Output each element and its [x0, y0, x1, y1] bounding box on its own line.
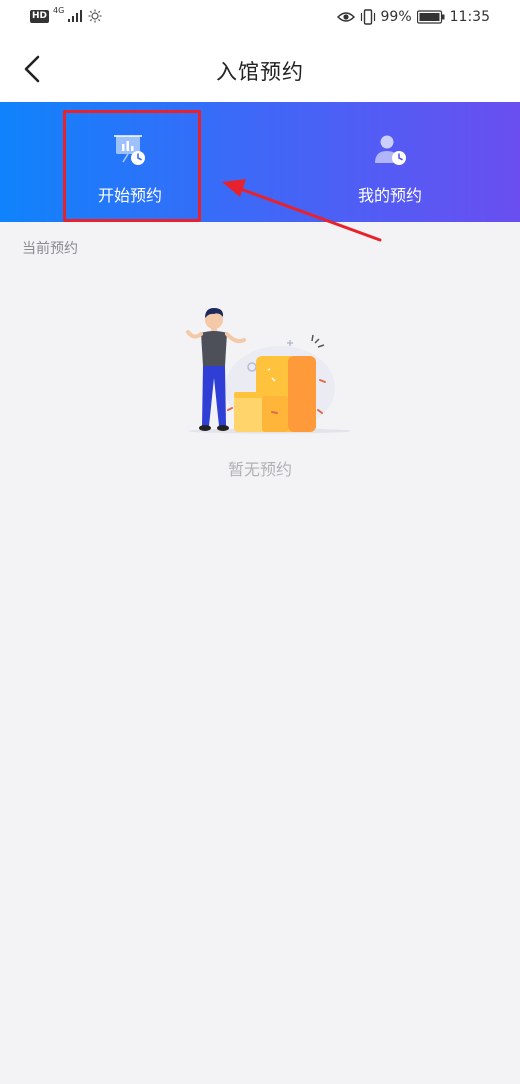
start-reservation-button[interactable]: 开始预约 [63, 112, 197, 220]
network-type: 4G [53, 6, 65, 15]
status-left: HD 4G [30, 6, 102, 23]
battery-icon [416, 10, 445, 24]
eye-comfort-icon [336, 12, 355, 22]
empty-state-text: 暂无预约 [227, 460, 292, 479]
status-right: 99% 11:35 [336, 9, 490, 25]
my-reservations-label: 我的预约 [357, 186, 422, 205]
clock: 11:35 [449, 9, 490, 25]
status-bar: HD 4G 99% 11:35 [0, 0, 520, 36]
vibrate-icon [360, 9, 375, 25]
current-reservations-heading: 当前预约 [22, 241, 78, 257]
brightness-icon [88, 9, 102, 23]
reservation-banner: 开始预约 我的预约 [0, 102, 520, 222]
empty-state-illustration [186, 308, 350, 434]
signal-icon [68, 10, 83, 22]
page-title: 入馆预约 [216, 60, 304, 84]
nav-bar: 入馆预约 [0, 36, 520, 102]
hd-badge: HD [30, 9, 50, 23]
battery-percent: 99% [380, 9, 412, 25]
presentation-clock-icon [114, 135, 145, 165]
my-reservations-button[interactable]: 我的预约 [323, 112, 457, 220]
user-clock-icon [375, 135, 406, 165]
start-reservation-label: 开始预约 [97, 186, 162, 205]
